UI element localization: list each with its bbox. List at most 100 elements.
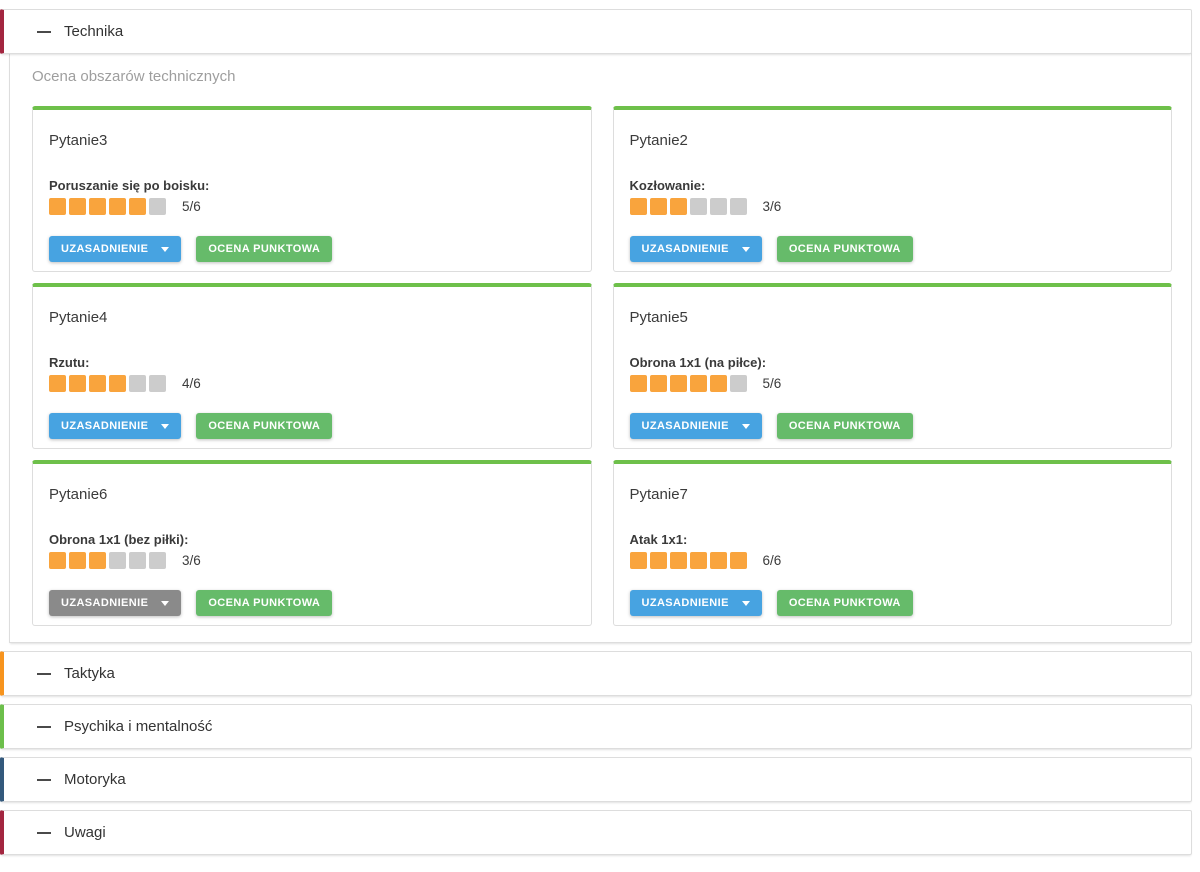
rating-square-empty <box>149 375 166 392</box>
rating-square-filled <box>69 198 86 215</box>
rating-row: 4/6 <box>49 375 575 392</box>
justification-button[interactable]: UZASADNIENIE <box>630 413 762 439</box>
justification-button[interactable]: UZASADNIENIE <box>49 590 181 616</box>
score-text: 5/6 <box>182 199 201 214</box>
question-label: Kozłowanie: <box>630 178 1156 193</box>
rating-square-filled <box>730 552 747 569</box>
section-header-uwagi[interactable]: Uwagi <box>0 810 1192 855</box>
justification-button-label: UZASADNIENIE <box>642 597 729 609</box>
section-subtitle: Ocena obszarów technicznych <box>32 68 1172 85</box>
question-card: Pytanie2 Kozłowanie: 3/6 UZASADNIENIE OC… <box>613 106 1173 272</box>
rating-square-filled <box>109 198 126 215</box>
score-text: 3/6 <box>763 199 782 214</box>
score-points-button-label: OCENA PUNKTOWA <box>208 597 320 609</box>
section-label: Technika <box>64 23 123 40</box>
rating-square-filled <box>630 552 647 569</box>
score-points-button-label: OCENA PUNKTOWA <box>789 420 901 432</box>
question-title: Pytanie3 <box>49 132 575 149</box>
question-label: Poruszanie się po boisku: <box>49 178 575 193</box>
section-header-technika[interactable]: Technika <box>0 9 1192 54</box>
question-title: Pytanie2 <box>630 132 1156 149</box>
question-card-grid: Pytanie3 Poruszanie się po boisku: 5/6 U… <box>32 106 1172 626</box>
evaluation-form: Technika Ocena obszarów technicznych Pyt… <box>0 9 1192 855</box>
collapse-minus-icon <box>37 673 51 675</box>
rating-square-filled <box>89 552 106 569</box>
section-label: Motoryka <box>64 771 126 788</box>
rating-square-filled <box>650 375 667 392</box>
score-text: 6/6 <box>763 553 782 568</box>
card-actions: UZASADNIENIE OCENA PUNKTOWA <box>49 413 575 439</box>
rating-square-filled <box>630 375 647 392</box>
rating-square-empty <box>149 552 166 569</box>
chevron-down-icon <box>742 601 750 606</box>
justification-button-label: UZASADNIENIE <box>61 243 148 255</box>
question-title: Pytanie6 <box>49 486 575 503</box>
rating-square-empty <box>710 198 727 215</box>
question-card: Pytanie7 Atak 1x1: 6/6 UZASADNIENIE OCEN… <box>613 460 1173 626</box>
section-header-psychika[interactable]: Psychika i mentalność <box>0 704 1192 749</box>
justification-button[interactable]: UZASADNIENIE <box>49 413 181 439</box>
justification-button-label: UZASADNIENIE <box>61 420 148 432</box>
rating-square-empty <box>690 198 707 215</box>
section-header-motoryka[interactable]: Motoryka <box>0 757 1192 802</box>
rating-square-empty <box>129 552 146 569</box>
score-points-button-label: OCENA PUNKTOWA <box>789 243 901 255</box>
question-card: Pytanie5 Obrona 1x1 (na piłce): 5/6 UZAS… <box>613 283 1173 449</box>
card-actions: UZASADNIENIE OCENA PUNKTOWA <box>49 236 575 262</box>
rating-square-filled <box>650 198 667 215</box>
collapse-minus-icon <box>37 726 51 728</box>
section-label: Taktyka <box>64 665 115 682</box>
card-actions: UZASADNIENIE OCENA PUNKTOWA <box>49 590 575 616</box>
rating-square-empty <box>730 375 747 392</box>
score-points-button[interactable]: OCENA PUNKTOWA <box>196 413 332 439</box>
section-technika: Technika Ocena obszarów technicznych Pyt… <box>0 9 1192 643</box>
score-points-button[interactable]: OCENA PUNKTOWA <box>777 413 913 439</box>
rating-row: 6/6 <box>630 552 1156 569</box>
rating-square-empty <box>129 375 146 392</box>
score-points-button-label: OCENA PUNKTOWA <box>789 597 901 609</box>
question-label: Rzutu: <box>49 355 575 370</box>
rating-square-empty <box>109 552 126 569</box>
rating-row: 5/6 <box>630 375 1156 392</box>
rating-square-filled <box>89 375 106 392</box>
score-points-button-label: OCENA PUNKTOWA <box>208 243 320 255</box>
rating-square-filled <box>670 375 687 392</box>
justification-button[interactable]: UZASADNIENIE <box>630 590 762 616</box>
justification-button-label: UZASADNIENIE <box>642 243 729 255</box>
card-actions: UZASADNIENIE OCENA PUNKTOWA <box>630 413 1156 439</box>
question-title: Pytanie7 <box>630 486 1156 503</box>
section-body-technika: Ocena obszarów technicznych Pytanie3 Por… <box>9 53 1192 643</box>
rating-square-filled <box>89 198 106 215</box>
rating-square-filled <box>69 375 86 392</box>
rating-square-filled <box>690 375 707 392</box>
rating-square-filled <box>49 198 66 215</box>
chevron-down-icon <box>161 601 169 606</box>
score-text: 4/6 <box>182 376 201 391</box>
chevron-down-icon <box>161 247 169 252</box>
rating-square-filled <box>69 552 86 569</box>
score-points-button[interactable]: OCENA PUNKTOWA <box>777 236 913 262</box>
rating-square-filled <box>690 552 707 569</box>
chevron-down-icon <box>742 247 750 252</box>
rating-square-filled <box>630 198 647 215</box>
rating-row: 3/6 <box>630 198 1156 215</box>
rating-square-filled <box>670 552 687 569</box>
score-points-button[interactable]: OCENA PUNKTOWA <box>777 590 913 616</box>
rating-row: 5/6 <box>49 198 575 215</box>
rating-bar <box>49 375 169 392</box>
justification-button[interactable]: UZASADNIENIE <box>630 236 762 262</box>
score-points-button[interactable]: OCENA PUNKTOWA <box>196 236 332 262</box>
score-points-button[interactable]: OCENA PUNKTOWA <box>196 590 332 616</box>
rating-bar <box>630 375 750 392</box>
question-title: Pytanie4 <box>49 309 575 326</box>
rating-square-filled <box>49 552 66 569</box>
chevron-down-icon <box>742 424 750 429</box>
score-points-button-label: OCENA PUNKTOWA <box>208 420 320 432</box>
rating-square-filled <box>109 375 126 392</box>
collapse-minus-icon <box>37 832 51 834</box>
section-label: Psychika i mentalność <box>64 718 212 735</box>
section-header-taktyka[interactable]: Taktyka <box>0 651 1192 696</box>
question-card: Pytanie4 Rzutu: 4/6 UZASADNIENIE OCENA P… <box>32 283 592 449</box>
justification-button[interactable]: UZASADNIENIE <box>49 236 181 262</box>
chevron-down-icon <box>161 424 169 429</box>
